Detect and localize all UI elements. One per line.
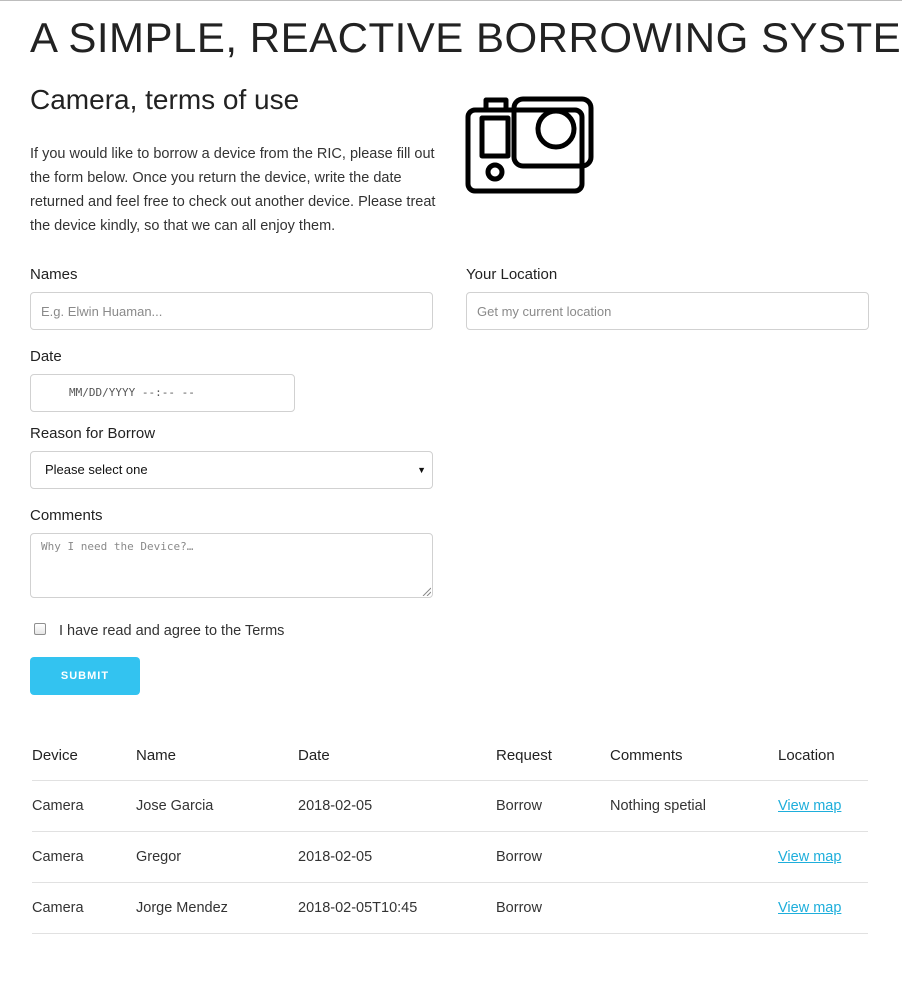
column-header-device: Device [32,730,136,781]
dropdown-caret-icon: ▼ [417,465,426,475]
device-terms-title: Camera, terms of use [30,84,300,115]
reason-select[interactable]: Please select one ▼ [30,451,433,489]
top-divider [0,0,902,1]
cell-name: Gregor [136,831,298,883]
cell-name: Jorge Mendez [136,882,298,934]
date-input-placeholder: MM/DD/YYYY --:-- -- [69,386,195,399]
view-map-link[interactable]: View map [778,849,841,865]
location-input[interactable] [466,292,869,330]
view-map-link[interactable]: View map [778,900,841,916]
table-row: Camera Jose Garcia 2018-02-05 Borrow Not… [32,780,868,832]
cell-device: Camera [32,882,136,934]
reason-label: Reason for Borrow [30,425,156,442]
cell-request: Borrow [496,780,610,832]
cell-date: 2018-02-05 [298,831,496,883]
column-header-name: Name [136,730,298,781]
cell-date: 2018-02-05T10:45 [298,882,496,934]
names-label: Names [30,266,78,283]
app-title: A SIMPLE, REACTIVE BORROWING SYSTEM [30,14,902,61]
column-header-comments: Comments [610,730,778,781]
cell-date: 2018-02-05 [298,780,496,832]
column-header-location: Location [778,730,868,781]
table-header-row: Device Name Date Request Comments Locati… [32,730,868,781]
cell-comments [610,831,778,883]
column-header-request: Request [496,730,610,781]
date-label: Date [30,348,62,365]
column-header-date: Date [298,730,496,781]
reason-select-value: Please select one [45,462,148,477]
cell-request: Borrow [496,882,610,934]
cell-location: View map [778,780,868,832]
submit-button[interactable]: Submit [30,657,140,695]
comments-label: Comments [30,507,103,524]
cell-name: Jose Garcia [136,780,298,832]
date-input[interactable]: MM/DD/YYYY --:-- -- [30,374,295,412]
names-input[interactable] [30,292,433,330]
cell-location: View map [778,882,868,934]
cell-request: Borrow [496,831,610,883]
location-label: Your Location [466,266,558,283]
action-camera-icon [465,96,595,201]
cell-device: Camera [32,831,136,883]
table-row: Camera Gregor 2018-02-05 Borrow View map [32,831,868,883]
comments-textarea[interactable] [30,533,433,598]
cell-comments [610,882,778,934]
borrow-records-table: Device Name Date Request Comments Locati… [32,730,868,934]
view-map-link[interactable]: View map [778,798,841,814]
table-row: Camera Jorge Mendez 2018-02-05T10:45 Bor… [32,882,868,934]
terms-intro-text: If you would like to borrow a device fro… [30,146,436,234]
resize-grip-icon[interactable] [422,587,431,596]
terms-checkbox-label: I have read and agree to the Terms [59,623,285,639]
terms-checkbox[interactable] [34,623,46,635]
cell-location: View map [778,831,868,883]
cell-comments: Nothing spetial [610,780,778,832]
cell-device: Camera [32,780,136,832]
